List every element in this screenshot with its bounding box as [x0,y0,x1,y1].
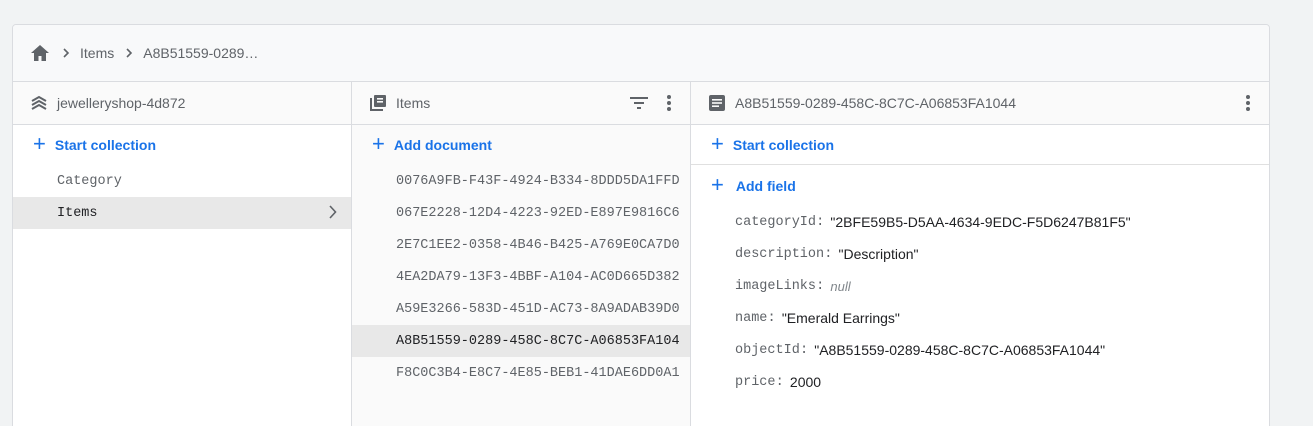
collection-icon [369,94,387,112]
field-row-description[interactable]: description: "Description" [691,238,1269,270]
add-field-label: Add field [735,178,796,194]
collection-column-header: Items [352,82,690,125]
plus-icon: + [711,172,724,197]
document-id: 067E2228-12D4-4223-92ED-E897E9816C6 [396,205,680,221]
add-field-button[interactable]: + Add field [691,166,1269,206]
document-item[interactable]: 2E7C1EE2-0358-4B46-B425-A769E0CA7D0 [352,229,690,261]
document-icon [708,94,726,112]
collection-item-label: Items [57,205,98,221]
field-row-categoryid[interactable]: categoryId: "2BFE59B5-D5AA-4634-9EDC-F5D… [691,206,1269,238]
start-subcollection-button[interactable]: + Start collection [691,125,1269,165]
document-column-header: A8B51559-0289-458C-8C7C-A06853FA1044 [691,82,1269,125]
document-item[interactable]: 067E2228-12D4-4223-92ED-E897E9816C6 [352,197,690,229]
document-id: A59E3266-583D-451D-AC73-8A9ADAB39D0 [396,301,680,317]
field-key: price [735,374,776,390]
document-item-selected[interactable]: A8B51559-0289-458C-8C7C-A06853FA104 [352,325,690,357]
plus-icon: + [711,130,724,156]
columns-container: jewelleryshop-4d872 + Start collection C… [13,82,1269,426]
document-column: A8B51559-0289-458C-8C7C-A06853FA1044 + S… [691,82,1269,426]
field-value: "Emerald Earrings" [781,310,900,326]
collection-item-label: Category [57,173,122,189]
chevron-right-icon [329,205,337,224]
start-collection-label: Start collection [54,137,156,153]
start-collection-button[interactable]: + Start collection [13,125,351,165]
field-key: categoryId [735,214,817,230]
start-subcollection-label: Start collection [732,136,834,153]
plus-icon: + [33,131,46,156]
document-id: 0076A9FB-F43F-4924-B334-8DDD5DA1FFD [396,173,680,189]
firestore-data-panel: Items A8B51559-0289… jewelleryshop-4d872… [12,24,1270,426]
document-item[interactable]: F8C0C3B4-E8C7-4E85-BEB1-41DAE6DD0A1 [352,357,690,389]
add-document-label: Add document [393,137,492,153]
document-id: 2E7C1EE2-0358-4B46-B425-A769E0CA7D0 [396,237,680,253]
document-title: A8B51559-0289-458C-8C7C-A06853FA1044 [735,95,1016,111]
field-row-objectid[interactable]: objectId: "A8B51559-0289-458C-8C7C-A0685… [691,334,1269,366]
project-column-header: jewelleryshop-4d872 [13,82,351,125]
plus-icon: + [372,131,385,156]
document-id: A8B51559-0289-458C-8C7C-A06853FA104 [396,333,680,349]
document-item[interactable]: 0076A9FB-F43F-4924-B334-8DDD5DA1FFD [352,165,690,197]
field-value: 2000 [789,374,822,390]
document-id: 4EA2DA79-13F3-4BBF-A104-AC0D665D382 [396,269,680,285]
chevron-right-icon [63,48,70,58]
chevron-right-icon [126,48,133,58]
field-key: imageLinks [735,278,817,294]
breadcrumb-items[interactable]: Items [80,45,114,61]
field-key: description [735,246,825,262]
field-row-price[interactable]: price: 2000 [691,366,1269,398]
field-value-null: null [830,278,851,294]
field-row-imagelinks[interactable]: imageLinks: null [691,270,1269,302]
collection-item-category[interactable]: Category [13,165,351,197]
field-key: name [735,310,768,326]
field-row-name[interactable]: name: "Emerald Earrings" [691,302,1269,334]
document-id: F8C0C3B4-E8C7-4E85-BEB1-41DAE6DD0A1 [396,365,680,381]
more-vert-icon[interactable] [1237,92,1259,114]
field-value: "Description" [838,246,919,262]
field-value: "A8B51559-0289-458C-8C7C-A06853FA1044" [814,342,1106,358]
collection-item-items[interactable]: Items [13,197,351,229]
breadcrumb-document[interactable]: A8B51559-0289… [143,45,258,61]
project-column: jewelleryshop-4d872 + Start collection C… [13,82,352,426]
project-title: jewelleryshop-4d872 [57,95,186,111]
document-item[interactable]: 4EA2DA79-13F3-4BBF-A104-AC0D665D382 [352,261,690,293]
collection-column: Items + Add document 0076A9FB-F43F-4924-… [352,82,691,426]
field-key: objectId [735,342,800,358]
collection-title: Items [396,95,431,111]
filter-icon[interactable] [628,92,650,114]
database-stack-icon [30,94,48,112]
field-value: "2BFE59B5-D5AA-4634-9EDC-F5D6247B81F5" [830,214,1131,230]
more-vert-icon[interactable] [658,92,680,114]
add-document-button[interactable]: + Add document [352,125,690,165]
home-icon[interactable] [29,42,51,64]
document-item[interactable]: A59E3266-583D-451D-AC73-8A9ADAB39D0 [352,293,690,325]
breadcrumb: Items A8B51559-0289… [13,25,1269,82]
